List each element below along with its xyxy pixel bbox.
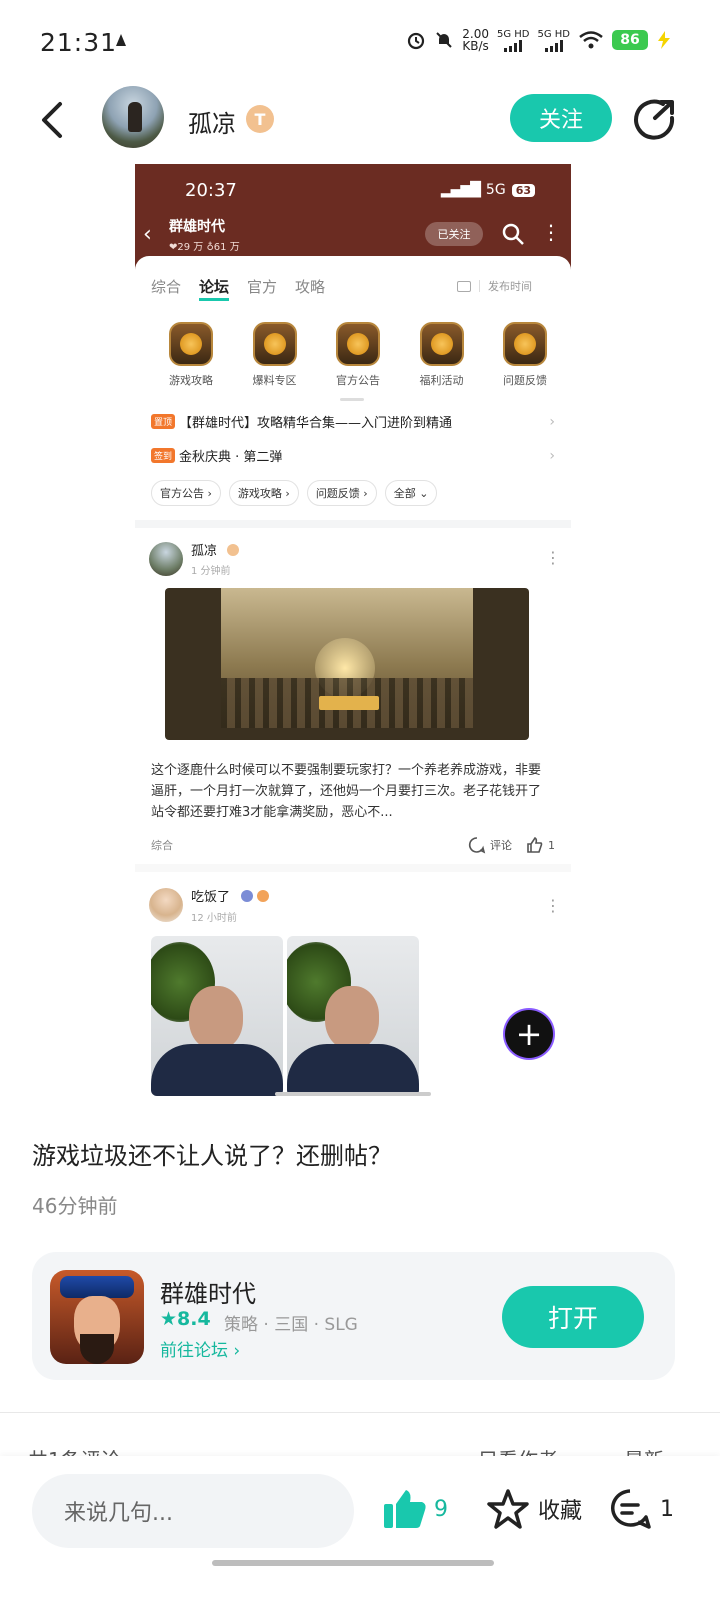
comment-input[interactable]: 来说几句...: [32, 1474, 354, 1548]
game-name: 群雄时代: [160, 1280, 256, 1308]
embedded-post-more-icon: ⋮: [545, 896, 561, 915]
comments-button[interactable]: 1: [608, 1488, 674, 1530]
game-card[interactable]: 群雄时代 ★8.4 策略 · 三国 · SLG 前往论坛 › 打开: [32, 1252, 675, 1380]
wifi-icon: [579, 31, 603, 49]
level-badge: T: [246, 105, 274, 133]
embedded-divider: [135, 864, 571, 872]
game-icon[interactable]: [50, 1270, 144, 1364]
username[interactable]: 孤凉: [188, 104, 236, 139]
embedded-forum-title: 群雄时代: [169, 219, 225, 235]
star-icon: [487, 1489, 529, 1529]
embedded-post-avatar: [149, 542, 183, 576]
clock: 21:31: [40, 28, 118, 57]
back-arrow-icon[interactable]: [36, 100, 70, 140]
embedded-chips: 官方公告 › 游戏攻略 › 问题反馈 › 全部 ⌄: [151, 480, 438, 506]
embedded-more-icon: ⋮: [541, 220, 561, 244]
divider: [0, 1412, 720, 1413]
post-time: 46分钟前: [32, 1194, 118, 1218]
user-avatar[interactable]: [102, 86, 164, 148]
status-bar: 21:31 2.00 KB/s 5G HD 5G HD 86: [0, 0, 720, 86]
embedded-post-author: 孤凉: [191, 544, 218, 559]
follow-button[interactable]: 关注: [510, 94, 612, 142]
embedded-pinned-post: 签到 金秋庆典 · 第二弹 ›: [151, 446, 555, 465]
favorite-label: 收藏: [538, 1499, 583, 1524]
sim2-signal: 5G HD: [537, 29, 570, 52]
embedded-clock: 20:37: [185, 180, 237, 201]
embedded-pinned-post: 置顶 【群雄时代】攻略精华合集——入门进阶到精通 ›: [151, 412, 555, 431]
favorite-button[interactable]: 收藏: [486, 1488, 582, 1530]
comment-bubble-icon: [611, 1489, 651, 1529]
post-image[interactable]: 20:37 ▂▄▆█ 5G 63 ‹ 群雄时代 ❤29 万 ♁61 万 已关注 …: [135, 164, 571, 1100]
like-count: 9: [434, 1496, 448, 1522]
charging-icon: [658, 31, 670, 49]
embedded-post-author: 吃饭了: [191, 890, 231, 905]
mute-icon: [436, 32, 452, 48]
game-rating: ★8.4: [160, 1308, 211, 1330]
embedded-category: 游戏攻略: [153, 322, 229, 388]
embedded-forum-stats: ❤29 万 ♁61 万: [169, 242, 240, 253]
embedded-comment-icon: [468, 837, 486, 854]
embedded-divider: [135, 520, 571, 528]
embedded-post-more-icon: ⋮: [545, 548, 561, 567]
embedded-page-indicator: [340, 398, 364, 401]
embedded-badge: [257, 890, 269, 902]
embedded-post-footer: 综合 评论 1: [151, 836, 555, 854]
status-icons: 2.00 KB/s 5G HD 5G HD 86: [406, 28, 672, 52]
embedded-level-badge: [227, 544, 239, 556]
open-button[interactable]: 打开: [502, 1286, 644, 1348]
embedded-category: 爆料专区: [237, 322, 313, 388]
embedded-categories: 游戏攻略 爆料专区 官方公告 福利活动 问题反馈: [153, 322, 563, 388]
game-tags: 策略 · 三国 · SLG: [224, 1315, 358, 1335]
embedded-badge: [241, 890, 253, 902]
embedded-search-icon: [502, 223, 524, 245]
forum-link[interactable]: 前往论坛 ›: [160, 1336, 240, 1361]
embedded-post-time: 1 分钟前: [191, 566, 231, 577]
home-indicator: [212, 1560, 494, 1566]
embedded-home-indicator: [275, 1092, 431, 1096]
post-title: 游戏垃圾还不让人说了？还删帖？: [32, 1142, 392, 1170]
thumbs-up-icon: [384, 1490, 426, 1528]
embedded-followed-badge: 已关注: [425, 222, 483, 246]
embedded-tabs: 综合 论坛 官方 攻略: [151, 276, 325, 301]
embedded-photo: [287, 936, 419, 1096]
sim1-signal: 5G HD: [497, 29, 529, 52]
embedded-signal: ▂▄▆█ 5G 63: [441, 182, 535, 198]
embedded-add-icon: +: [505, 1010, 553, 1058]
like-button[interactable]: 9: [382, 1488, 448, 1530]
embedded-game-screenshot: [165, 588, 529, 740]
alarm-icon: [408, 32, 425, 50]
notification-icon: [116, 34, 126, 46]
embedded-category: 问题反馈: [487, 322, 563, 388]
embedded-category: 福利活动: [404, 322, 480, 388]
battery-indicator: 86: [612, 30, 648, 50]
embedded-like-icon: [527, 836, 543, 853]
net-speed: 2.00 KB/s: [462, 27, 489, 53]
embedded-sort: 发布时间: [457, 278, 532, 294]
embedded-photo: [151, 936, 283, 1096]
embedded-post-avatar: [149, 888, 183, 922]
embedded-post-time: 12 小时前: [191, 913, 237, 924]
share-icon[interactable]: [633, 98, 677, 140]
embedded-back-icon: ‹: [143, 222, 152, 247]
embedded-category: 官方公告: [320, 322, 396, 388]
embedded-post-text: 这个逐鹿什么时候可以不要强制要玩家打？一个养老养成游戏，非要逼肝，一个月打一次就…: [151, 763, 542, 820]
comment-count-bottom: 1: [660, 1496, 674, 1522]
bottom-bar: 来说几句... 9 收藏 1: [0, 1456, 720, 1600]
